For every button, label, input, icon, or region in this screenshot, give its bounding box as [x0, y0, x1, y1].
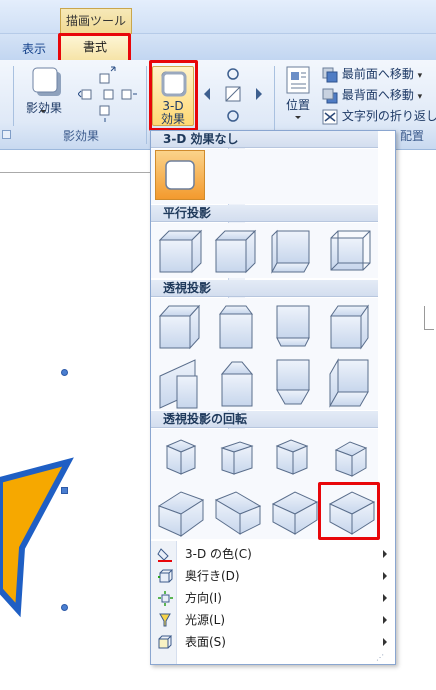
selection-handle[interactable]	[61, 604, 68, 611]
text-wrap-button[interactable]: 文字列の折り返し	[322, 106, 436, 126]
section-perspective: 透視投影	[151, 280, 378, 297]
shadow-effects-button[interactable]: 影効果	[22, 66, 66, 124]
perspective-option-1	[158, 304, 201, 350]
submenu-arrow-icon	[383, 594, 387, 602]
menu-depth[interactable]: 奥行き(D)	[151, 565, 395, 587]
submenu-arrow-icon	[383, 550, 387, 558]
page-corner-marker	[424, 306, 434, 330]
rotation-option-1	[165, 439, 197, 475]
dropdown-arrow-icon	[295, 116, 301, 119]
submenu-arrow-icon	[383, 572, 387, 580]
menu-lighting-label: 光源(L)	[185, 613, 226, 627]
parallel-option-1	[158, 229, 203, 274]
rotation-option-2	[220, 441, 254, 475]
position-icon	[286, 66, 310, 94]
nudge-shadow-buttons[interactable]	[77, 66, 138, 124]
perspective-option-7	[276, 359, 310, 405]
menu-surface-label: 表面(S)	[185, 635, 226, 649]
selected-rotation-highlight	[318, 482, 380, 540]
text-wrap-icon	[322, 109, 338, 124]
submenu-arrow-icon	[383, 616, 387, 624]
tab-view[interactable]: 表示	[14, 38, 54, 60]
nudge-shadow-icon	[77, 66, 137, 122]
rotation-option-5	[157, 491, 205, 537]
parallel-cubes-row[interactable]	[155, 226, 379, 278]
text-wrap-label: 文字列の折り返し	[341, 109, 436, 123]
group-separator	[146, 66, 147, 144]
arrange-group-label: 配置	[399, 129, 424, 143]
rotation-option-3	[275, 439, 309, 475]
resize-grip-icon[interactable]: ⋰	[376, 654, 386, 662]
3d-tilt-buttons[interactable]	[200, 66, 266, 126]
selection-handle[interactable]	[61, 369, 68, 376]
flat-square-icon	[165, 160, 195, 190]
direction-icon	[158, 591, 173, 606]
drawing-tools-context-label: 描画ツール	[60, 8, 132, 34]
send-to-back-label: 最背面へ移動	[341, 88, 414, 102]
no-3d-option-selected[interactable]	[155, 150, 205, 200]
rotation-option-4	[334, 441, 368, 477]
bring-to-front-label: 最前面へ移動	[341, 67, 414, 81]
section-no-3d: 3-D 効果なし	[151, 131, 378, 148]
lighting-icon	[159, 613, 171, 627]
position-button[interactable]: 位置	[280, 66, 316, 124]
perspective-option-6	[220, 361, 254, 407]
ribbon-group-edge	[0, 66, 14, 126]
tilt-arrows-icon	[204, 68, 262, 122]
menu-surface[interactable]: 表面(S)	[151, 631, 395, 653]
shadow-effects-icon	[32, 67, 61, 96]
dialog-launcher-icon[interactable]	[2, 130, 11, 139]
bring-front-icon	[322, 67, 338, 82]
bring-to-front-button[interactable]: 最前面へ移動 ▾	[322, 64, 422, 84]
dropdown-arrow-icon: ▾	[417, 71, 423, 81]
menu-direction-label: 方向(I)	[185, 591, 222, 605]
3d-effects-highlight	[149, 60, 198, 131]
menu-lighting[interactable]: 光源(L)	[151, 609, 395, 631]
dropdown-arrow-icon	[40, 110, 46, 113]
shadow-effects-group-label: 影効果	[62, 129, 99, 143]
send-to-back-button[interactable]: 最背面へ移動 ▾	[322, 85, 422, 105]
perspective-option-4	[330, 304, 369, 350]
tab-format-highlight	[58, 33, 131, 63]
perspective-option-5	[159, 359, 198, 409]
menu-depth-label: 奥行き(D)	[185, 569, 240, 583]
surface-icon	[158, 635, 173, 649]
section-parallel: 平行投影	[151, 205, 378, 222]
depth-icon	[158, 569, 173, 583]
menu-3d-color-label: 3-D の色(C)	[185, 547, 252, 561]
rotation-option-7	[271, 491, 319, 535]
perspective-option-3	[276, 305, 310, 347]
parallel-option-4	[330, 230, 371, 271]
section-perspective-rotation: 透視投影の回転	[151, 411, 378, 428]
send-back-icon	[322, 88, 338, 103]
perspective-cubes-grid[interactable]	[155, 300, 379, 410]
menu-direction[interactable]: 方向(I)	[151, 587, 395, 609]
selection-handle[interactable]	[61, 487, 68, 494]
menu-3d-color[interactable]: 3-D の色(C)	[151, 543, 395, 565]
rotation-option-6	[214, 491, 262, 535]
parallel-option-3	[271, 229, 310, 274]
submenu-arrow-icon	[383, 638, 387, 646]
perspective-option-8	[329, 358, 369, 408]
perspective-option-2	[219, 305, 253, 349]
position-label: 位置	[285, 98, 310, 112]
paint-bucket-icon	[157, 548, 172, 562]
dropdown-arrow-icon: ▾	[417, 92, 423, 102]
parallel-option-2	[214, 229, 257, 274]
page-boundary-line	[0, 172, 150, 173]
star-shape[interactable]	[0, 440, 120, 630]
